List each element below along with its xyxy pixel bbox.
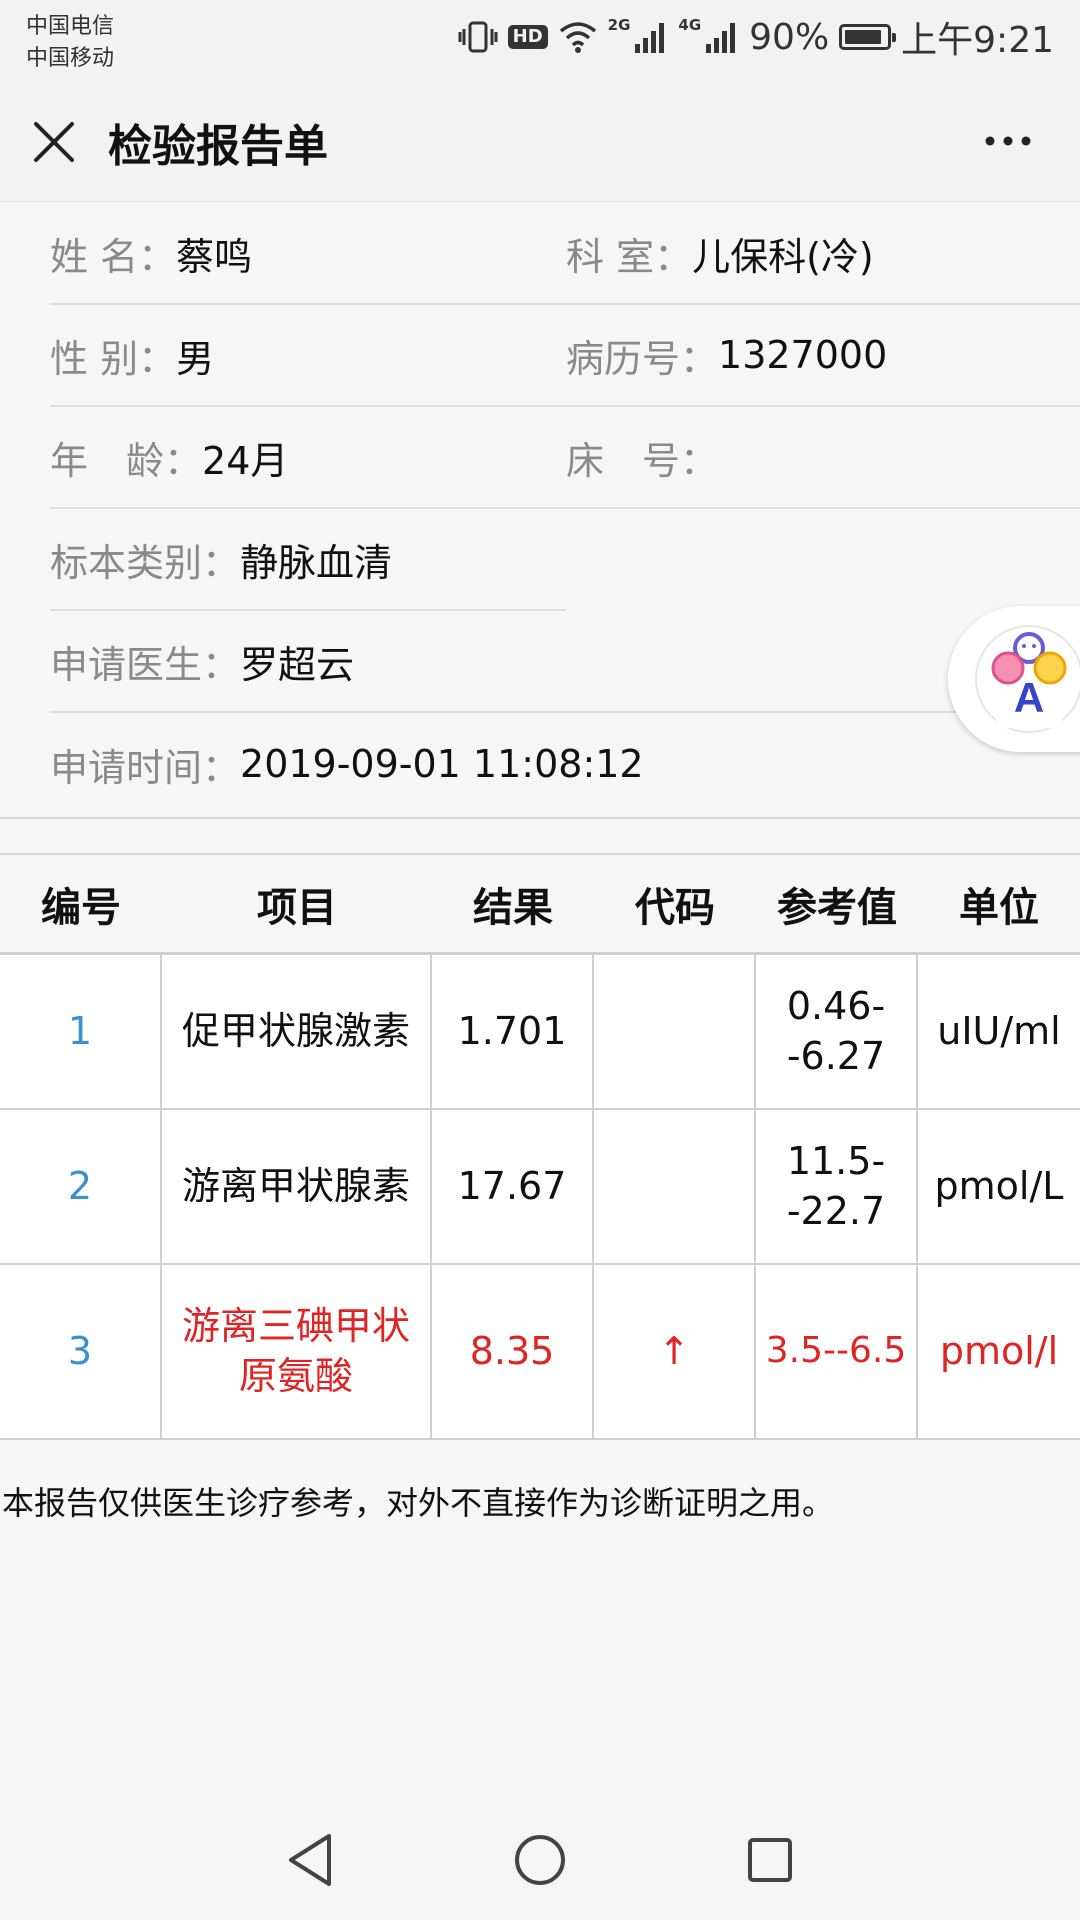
doctor-field: 申请医生： 罗超云	[50, 634, 354, 689]
disclaimer-note: 本报告仅供医生诊疗参考，对外不直接作为诊断证明之用。	[2, 1484, 835, 1522]
info-row-gender: 性 别： 男 病历号： 1327000	[50, 305, 1080, 407]
row-unit: pmol/L	[934, 1163, 1064, 1208]
bed-label: 床 号：	[566, 438, 719, 483]
row-code-up-arrow-icon: ↑	[594, 1265, 756, 1438]
row-reference: 0.46--6.27	[756, 955, 918, 1108]
battery-icon	[839, 24, 897, 50]
table-row: 3 游离三碘甲状原氨酸 8.35 ↑ 3.5--6.5 pmol/l	[0, 1265, 1080, 1440]
gender-value: 男	[176, 336, 215, 381]
row-code	[594, 1110, 756, 1263]
row-number: 3	[0, 1265, 162, 1438]
request-time-value: 2019-09-01 11:08:12	[240, 742, 644, 786]
info-row-time: 申请时间： 2019-09-01 11:08:12	[50, 713, 1080, 815]
svg-text:A: A	[1014, 674, 1044, 721]
row-unit: pmol/l	[939, 1328, 1059, 1373]
header-reference: 参考值	[777, 884, 897, 931]
row-item: 游离甲状腺素	[162, 1110, 432, 1263]
status-bar: 中国电信 中国移动 HD 2G 4G 90% 上午9:21	[0, 0, 1080, 80]
table-row: 1 促甲状腺激素 1.701 0.46--6.27 uIU/ml	[0, 955, 1080, 1110]
record-value: 1327000	[718, 333, 888, 377]
wifi-icon	[558, 19, 598, 55]
network-type-1: 2G	[607, 16, 631, 34]
nav-back-button[interactable]	[280, 1830, 340, 1890]
battery-percent: 90%	[749, 16, 830, 58]
table-header: 编号 项目 结果 代码 参考值 单位	[0, 855, 1080, 955]
more-icon	[985, 136, 1031, 146]
table-row: 2 游离甲状腺素 17.67 11.5--22.7 pmol/L	[0, 1110, 1080, 1265]
result-table: 编号 项目 结果 代码 参考值 单位 1 促甲状腺激素 1.701 0.46--…	[0, 853, 1080, 1440]
request-time-field: 申请时间： 2019-09-01 11:08:12	[50, 737, 644, 792]
info-row-doctor: 申请医生： 罗超云	[50, 611, 1080, 713]
gender-label: 性 别：	[50, 336, 177, 381]
row-number: 2	[0, 1110, 162, 1263]
row-item: 促甲状腺激素	[162, 955, 432, 1108]
page-title: 检验报告单	[108, 121, 328, 172]
patient-info: 姓 名： 蔡鸣 科 室： 儿保科(冷) 性 别： 男 病历号： 1327000 …	[0, 203, 1080, 819]
record-label: 病历号：	[566, 336, 719, 381]
gender-field: 性 别： 男	[50, 328, 566, 383]
battery-fill	[845, 30, 882, 44]
dept-value: 儿保科(冷)	[692, 234, 874, 279]
clock: 上午9:21	[901, 20, 1054, 61]
age-label: 年 龄：	[50, 438, 203, 483]
name-label: 姓 名：	[50, 234, 177, 279]
row-reference: 3.5--6.5	[756, 1265, 918, 1438]
row-number: 1	[0, 955, 162, 1108]
row-result: 17.67	[432, 1110, 594, 1263]
header-unit: 单位	[959, 884, 1039, 931]
info-row-name: 姓 名： 蔡鸣 科 室： 儿保科(冷)	[50, 203, 1080, 305]
more-button[interactable]	[980, 116, 1036, 166]
signal-icon	[705, 20, 739, 54]
row-result: 1.701	[432, 955, 594, 1108]
home-icon	[515, 1835, 565, 1885]
nav-recents-button[interactable]	[740, 1830, 800, 1890]
title-bar: 检验报告单	[0, 80, 1080, 202]
header-item: 项目	[257, 884, 337, 931]
close-icon	[34, 122, 74, 162]
specimen-value: 静脉血清	[240, 540, 393, 585]
carrier-label-1: 中国电信	[26, 14, 115, 39]
row-code	[594, 955, 756, 1108]
age-field: 年 龄： 24月	[50, 430, 566, 485]
name-value: 蔡鸣	[176, 234, 253, 279]
signal-icon	[634, 20, 668, 54]
bed-field: 床 号：	[566, 430, 718, 485]
row-item: 游离三碘甲状原氨酸	[162, 1265, 432, 1438]
record-field: 病历号： 1327000	[566, 328, 887, 383]
back-icon	[289, 1834, 331, 1886]
assistant-logo-icon: A	[975, 625, 1080, 733]
network-type-2: 4G	[678, 16, 702, 34]
hd-icon: HD	[507, 25, 548, 49]
carrier-label-2: 中国移动	[26, 46, 115, 71]
name-field: 姓 名： 蔡鸣	[50, 226, 566, 281]
header-result: 结果	[473, 884, 553, 931]
specimen-label: 标本类别：	[50, 540, 241, 585]
info-row-age: 年 龄： 24月 床 号：	[50, 407, 1080, 509]
header-code: 代码	[635, 884, 715, 931]
specimen-field: 标本类别： 静脉血清	[50, 532, 392, 587]
row-reference: 11.5--22.7	[756, 1110, 918, 1263]
system-nav-bar	[0, 1800, 1080, 1920]
row-unit: uIU/ml	[937, 1008, 1061, 1053]
close-button[interactable]	[30, 118, 78, 166]
doctor-value: 罗超云	[240, 642, 355, 687]
dept-field: 科 室： 儿保科(冷)	[566, 226, 874, 281]
info-row-specimen: 标本类别： 静脉血清	[50, 509, 566, 611]
dept-label: 科 室：	[566, 234, 693, 279]
row-result: 8.35	[432, 1265, 594, 1438]
nav-home-button[interactable]	[510, 1830, 570, 1890]
age-value: 24月	[202, 438, 289, 483]
request-time-label: 申请时间：	[50, 745, 241, 790]
doctor-label: 申请医生：	[50, 642, 241, 687]
status-icons: HD 2G 4G 90% 上午9:21	[458, 14, 1054, 61]
vibrate-icon	[458, 17, 498, 57]
header-number: 编号	[41, 884, 121, 931]
recents-icon	[748, 1838, 792, 1882]
